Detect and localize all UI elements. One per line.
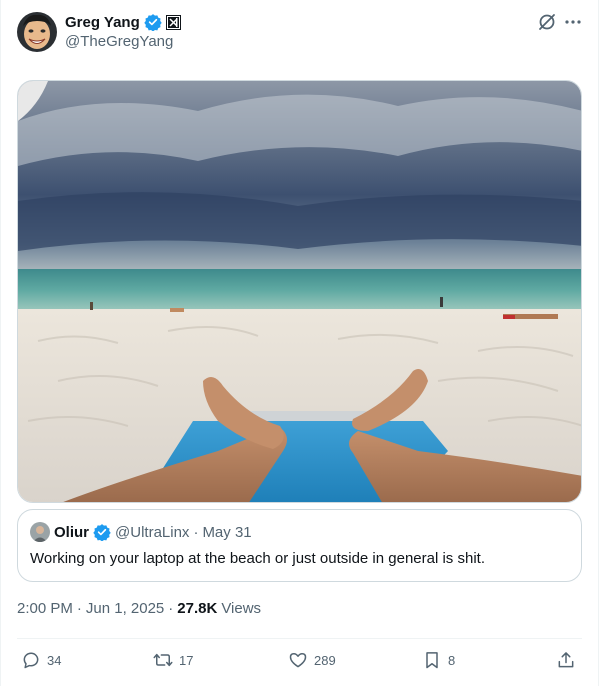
share-icon xyxy=(558,652,574,668)
repost-count: 17 xyxy=(179,652,194,668)
reply-count: 34 xyxy=(47,652,62,668)
author-avatar[interactable] xyxy=(17,12,57,52)
quoted-tweet-date: May 31 xyxy=(202,523,252,541)
like-count: 289 xyxy=(314,652,336,668)
quoted-tweet[interactable]: Oliur @UltraLinx · May 31 Working on you… xyxy=(17,509,582,582)
bookmark-icon xyxy=(426,652,438,669)
quoted-tweet-text: Working on your laptop at the beach or j… xyxy=(30,550,485,567)
quoted-author-avatar xyxy=(30,522,50,542)
views-count: 27.8K xyxy=(177,600,218,617)
tweet-time[interactable]: 2:00 PM xyxy=(17,600,73,617)
quoted-author-handle: @UltraLinx xyxy=(115,523,190,541)
author-name-row: Greg Yang xyxy=(65,12,181,32)
author-handle[interactable]: @TheGregYang xyxy=(65,33,173,50)
share-button[interactable] xyxy=(556,650,576,670)
heart-icon xyxy=(289,653,307,668)
xai-icon[interactable] xyxy=(165,14,181,30)
tweet-date[interactable]: Jun 1, 2025 xyxy=(86,600,164,617)
more-icon[interactable] xyxy=(562,12,584,32)
bookmark-button[interactable]: 8 xyxy=(422,650,455,670)
separator-dot: · xyxy=(76,600,82,617)
reply-icon xyxy=(23,652,39,669)
action-bar: 34 17 289 8 xyxy=(17,640,582,684)
verified-badge-icon[interactable] xyxy=(144,13,162,32)
tweet-photo[interactable] xyxy=(17,80,582,503)
tweet-meta: 2:00 PM · Jun 1, 2025 · 27.8K Views xyxy=(17,600,261,617)
quoted-author-name: Oliur xyxy=(54,523,90,541)
bookmark-count: 8 xyxy=(448,652,456,668)
repost-button[interactable]: 17 xyxy=(153,650,193,670)
separator-dot: · xyxy=(193,523,199,541)
grok-icon[interactable] xyxy=(537,12,557,32)
repost-icon xyxy=(153,653,173,667)
divider xyxy=(17,638,582,639)
quoted-tweet-header: Oliur @UltraLinx · May 31 xyxy=(30,522,252,542)
author-name[interactable]: Greg Yang xyxy=(65,14,140,31)
separator-dot: · xyxy=(168,600,174,617)
views-label: Views xyxy=(221,600,262,617)
reply-button[interactable]: 34 xyxy=(21,650,61,670)
verified-badge-icon xyxy=(93,523,111,542)
left-border xyxy=(0,0,1,686)
like-button[interactable]: 289 xyxy=(288,650,336,670)
